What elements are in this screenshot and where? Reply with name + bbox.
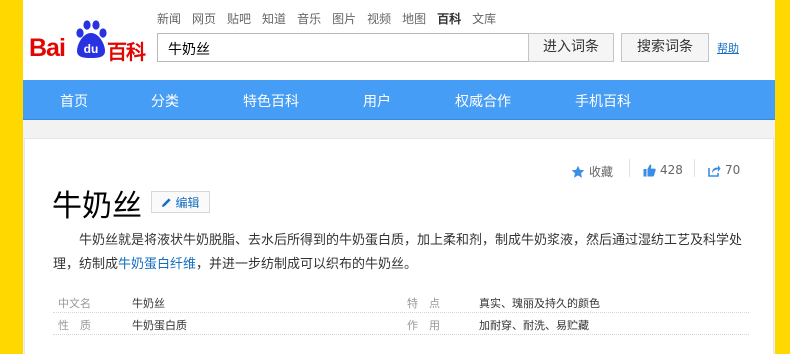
- info-row: 性 质 牛奶蛋白质 作 用 加耐穿、耐洗、易贮藏: [53, 313, 749, 335]
- pencil-icon: [162, 197, 172, 207]
- baidu-baike-logo[interactable]: Bai du 百科: [29, 20, 147, 64]
- info-name: 性 质: [58, 319, 91, 332]
- top-nav: 新闻 网页 贴吧 知道 音乐 图片 视频 地图 百科 文库: [157, 10, 507, 27]
- info-value: 牛奶蛋白质: [132, 319, 187, 332]
- main-nav-user[interactable]: 用户: [363, 91, 391, 111]
- entry-summary: 牛奶丝就是将液状牛奶脱脂、去水后所得到的牛奶蛋白质，加上柔和剂，制成牛奶浆液，然…: [53, 229, 749, 277]
- tools-divider: [629, 159, 630, 177]
- top-nav-item[interactable]: 地图: [402, 10, 426, 27]
- logo-du-text: du: [84, 42, 99, 56]
- share-icon: [708, 164, 721, 177]
- top-nav-item-baike[interactable]: 百科: [437, 10, 461, 27]
- like-count: 428: [660, 163, 683, 177]
- info-value: 真实、瑰丽及持久的颜色: [479, 297, 600, 310]
- info-value: 牛奶丝: [132, 297, 165, 310]
- main-nav: 首页 分类 特色百科 用户 权威合作 手机百科: [23, 80, 775, 120]
- main-nav-authority[interactable]: 权威合作: [455, 91, 511, 111]
- star-icon: [571, 165, 585, 178]
- collect-label: 收藏: [589, 165, 614, 179]
- main-nav-mobile[interactable]: 手机百科: [575, 91, 631, 111]
- help-link[interactable]: 帮助: [717, 40, 739, 56]
- summary-text-end: ，并进一步纺制成可以织布的牛奶丝。: [196, 257, 418, 272]
- summary-link[interactable]: 牛奶蛋白纤维: [118, 257, 196, 272]
- edit-label: 编辑: [175, 195, 200, 210]
- info-name: 作 用: [407, 319, 440, 332]
- top-nav-item[interactable]: 网页: [192, 10, 216, 27]
- info-name: 中文名: [58, 297, 91, 310]
- collect-button[interactable]: 收藏: [571, 163, 613, 180]
- paw-logo-icon: du: [76, 20, 107, 58]
- thumbs-up-icon: [643, 164, 656, 176]
- like-button[interactable]: 428: [643, 163, 683, 177]
- search-entry-button[interactable]: 搜索词条: [621, 33, 709, 62]
- tools-divider: [694, 159, 695, 177]
- top-nav-item[interactable]: 音乐: [297, 10, 321, 27]
- page-frame: Bai du 百科 新闻 网页 贴吧 知道 音乐 图片 视频 地图 百科 文库 …: [23, 0, 775, 354]
- share-count: 70: [725, 163, 741, 177]
- info-name: 特 点: [407, 297, 440, 310]
- top-nav-item[interactable]: 知道: [262, 10, 286, 27]
- basic-info-table: 中文名 牛奶丝 特 点 真实、瑰丽及持久的颜色 性 质 牛奶蛋白质 作 用 加耐…: [53, 291, 749, 335]
- main-nav-featured[interactable]: 特色百科: [243, 91, 299, 111]
- edit-button[interactable]: 编辑: [151, 191, 210, 213]
- top-nav-item[interactable]: 贴吧: [227, 10, 251, 27]
- entry-card: 收藏 428 70 牛奶丝 编辑 牛奶丝就是将液状牛奶脱脂、去水后所得到的牛奶蛋: [24, 138, 774, 354]
- enter-entry-button[interactable]: 进入词条: [528, 33, 614, 62]
- entry-title: 牛奶丝: [52, 189, 142, 224]
- share-button[interactable]: 70: [708, 163, 740, 177]
- header: Bai du 百科 新闻 网页 贴吧 知道 音乐 图片 视频 地图 百科 文库 …: [23, 0, 775, 80]
- logo-bai-text: Bai: [29, 34, 66, 62]
- main-nav-category[interactable]: 分类: [151, 91, 179, 111]
- logo-baike-text: 百科: [107, 40, 146, 64]
- top-nav-item[interactable]: 视频: [367, 10, 391, 27]
- main-nav-home[interactable]: 首页: [60, 91, 88, 111]
- top-nav-item[interactable]: 新闻: [157, 10, 181, 27]
- search-input[interactable]: 牛奶丝: [157, 33, 529, 62]
- info-value: 加耐穿、耐洗、易贮藏: [479, 319, 589, 332]
- top-nav-item[interactable]: 图片: [332, 10, 356, 27]
- info-row: 中文名 牛奶丝 特 点 真实、瑰丽及持久的颜色: [53, 291, 749, 313]
- top-nav-item[interactable]: 文库: [472, 10, 496, 27]
